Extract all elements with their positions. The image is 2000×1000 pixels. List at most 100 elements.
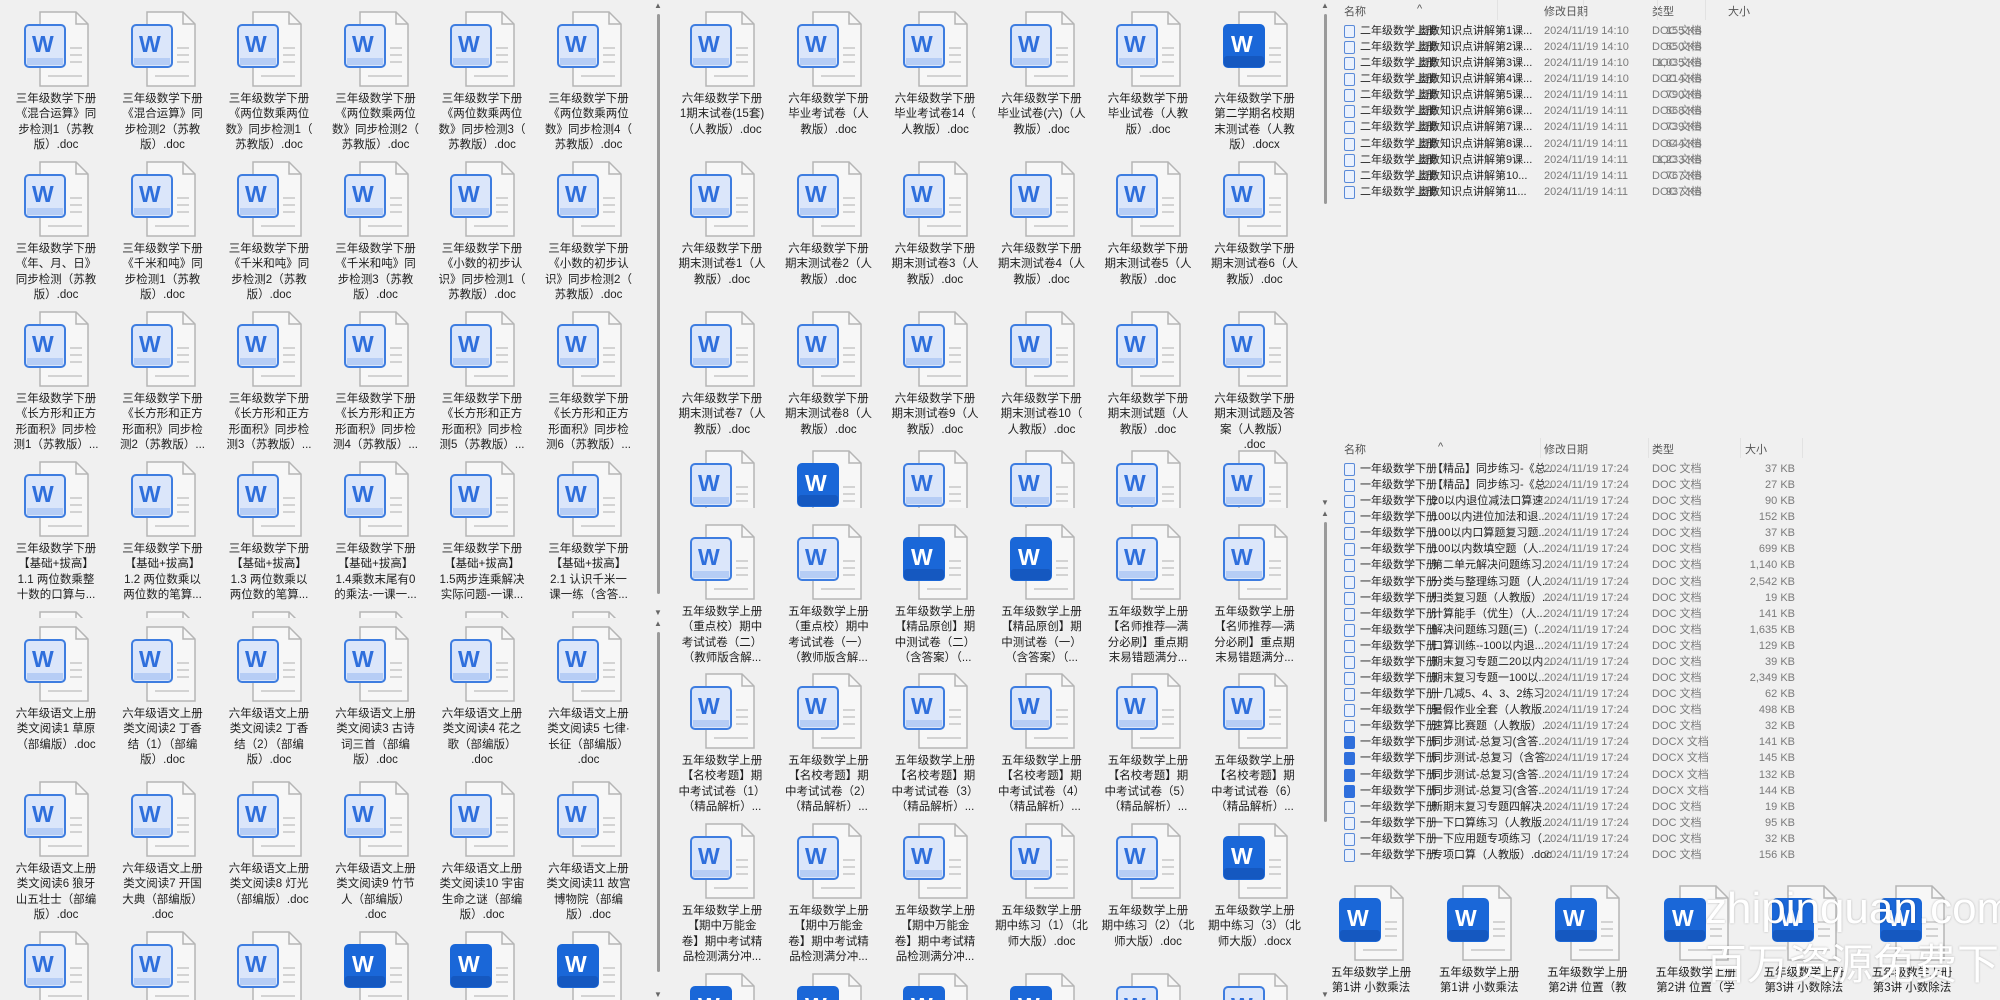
file-row[interactable]: 二年级数学上册 奥数知识点讲解第2课... 2024/11/19 14:10 DOC … <box>1332 39 1852 55</box>
file-item[interactable]: W 六年级语文上册 类文阅读6 狼牙 山五壮士（部编 版）.doc <box>5 780 107 924</box>
scroll-up-icon[interactable]: ▲ <box>654 1 662 10</box>
file-row[interactable]: 二年级数学上册 奥数知识点讲解第5课... 2024/11/19 14:11 DOC … <box>1332 87 1852 103</box>
file-item[interactable]: W 三年级数学下册 《小数的初步认 识》同步检测2（ 苏教版）.doc <box>538 160 640 304</box>
file-item[interactable]: W 六年级数学下册 1期末试卷(15套) （人教版）.doc <box>671 10 773 138</box>
file-row[interactable]: 二年级数学上册 奥数知识点讲解第8课... 2024/11/19 14:11 DOC … <box>1332 136 1852 152</box>
file-item[interactable]: W 三年级数学下册 《长方形和正方 形面积》同步检 测5（苏教版）... <box>431 310 533 454</box>
scroll-up-icon[interactable]: ▲ <box>654 619 662 628</box>
file-item[interactable]: W 六年级语文上册 类文阅读3 古诗 词三首（部编 版）.doc <box>325 625 427 769</box>
file-row[interactable]: 二年级数学上册 奥数知识点讲解第3课... 2024/11/19 14:10 DOC … <box>1332 55 1852 71</box>
file-item[interactable]: W 六年级语文上册 类文阅读9 竹节 人（部编版） .doc <box>325 780 427 924</box>
file-row[interactable]: 一年级数学下册 专项口算（人教版）.doc 2024/11/19 17:24 DOC … <box>1332 847 1852 863</box>
file-item[interactable]: W 五年级数学上册 【名师推荐—满 分必刷】重点期 末易错题满分... <box>1097 523 1199 667</box>
file-item[interactable]: W <box>884 449 986 508</box>
file-item[interactable]: W 六年级数学下册 期末测试题（人 教版）.doc <box>1097 310 1199 438</box>
file-item[interactable]: W <box>431 610 533 618</box>
file-item[interactable]: W 五年级数学上册 【名师推荐—满 分必刷】重点期 末易错题满分... <box>1204 523 1306 667</box>
file-item[interactable]: W <box>5 610 107 618</box>
column-header-size[interactable]: 大小 <box>1728 3 1750 19</box>
scrollbar-thumb[interactable] <box>1324 14 1327 204</box>
file-item[interactable]: W 五年级数学上册 第1讲 小数乘法 <box>1428 884 1530 997</box>
file-row[interactable]: 一年级数学下册 同步测试-总复习（含答... 2024/11/19 17:24 DOC… <box>1332 750 1852 766</box>
file-item[interactable]: W 三年级数学下册 【基础+拔高】 2.1 认识千米一 课一练（含答... <box>538 460 640 604</box>
file-item[interactable]: W <box>325 930 427 1000</box>
file-item[interactable]: W 三年级数学下册 《两位数乘两位 数》同步检测2（ 苏教版）.doc <box>325 10 427 154</box>
file-item[interactable]: W 六年级语文上册 类文阅读11 故宫 博物院（部编 版）.doc <box>538 780 640 924</box>
file-item[interactable]: W <box>431 930 533 1000</box>
file-item[interactable]: W 三年级数学下册 《千米和吨》同 步检测2（苏教 版）.doc <box>218 160 320 304</box>
vertical-scrollbar[interactable]: ▲ ▼ <box>1320 0 1330 508</box>
scrollbar-thumb[interactable] <box>657 632 660 972</box>
file-item[interactable]: W 三年级数学下册 《小数的初步认 识》同步检测1（ 苏教版）.doc <box>431 160 533 304</box>
file-row[interactable]: 一年级数学下册 速算比赛题（人教版）.... 2024/11/19 17:24 DOC… <box>1332 718 1852 734</box>
file-item[interactable]: W <box>538 930 640 1000</box>
file-item[interactable]: W <box>884 972 986 1000</box>
column-header-sort[interactable]: ^ <box>1417 3 1422 15</box>
scroll-down-icon[interactable]: ▼ <box>654 990 662 999</box>
file-item[interactable]: W <box>112 610 214 618</box>
file-item[interactable]: W 三年级数学下册 《千米和吨》同 步检测3（苏教 版）.doc <box>325 160 427 304</box>
file-item[interactable]: W 五年级数学上册 【期中万能金 卷】期中考试精 品检测满分冲... <box>884 822 986 966</box>
file-item[interactable]: W 六年级数学下册 毕业试卷（人教 版）.doc <box>1097 10 1199 138</box>
file-item[interactable]: W <box>112 930 214 1000</box>
file-row[interactable]: 一年级数学下册 暑假作业全套（人教版... 2024/11/19 17:24 DOC … <box>1332 702 1852 718</box>
file-item[interactable]: W 三年级数学下册 《两位数乘两位 数》同步检测1（ 苏教版）.doc <box>218 10 320 154</box>
file-item[interactable]: W 五年级数学上册 【名校考题】期 中考试试卷（3） （精品解析）... <box>884 672 986 816</box>
column-header-sort[interactable]: ^ <box>1438 441 1443 453</box>
file-item[interactable]: W <box>1097 972 1199 1000</box>
file-item[interactable]: W 三年级数学下册 《千米和吨》同 步检测1（苏教 版）.doc <box>112 160 214 304</box>
file-item[interactable]: W 五年级数学上册 期中练习（3）（北 师大版）.docx <box>1204 822 1306 950</box>
column-divider[interactable] <box>1540 438 1541 458</box>
column-header-type[interactable]: 类型 <box>1652 441 1674 457</box>
file-item[interactable]: W 五年级数学上册 【名校考题】期 中考试试卷（6） （精品解析）... <box>1204 672 1306 816</box>
file-item[interactable]: W 五年级数学上册 【名校考题】期 中考试试卷（2） （精品解析）... <box>778 672 880 816</box>
file-item[interactable]: W 六年级数学下册 期末测试卷6（人 教版）.doc <box>1204 160 1306 288</box>
file-item[interactable]: W 三年级数学下册 【基础+拔高】 1.1 两位数乘整 十数的口算与... <box>5 460 107 604</box>
scroll-down-icon[interactable]: ▼ <box>654 608 662 617</box>
file-item[interactable]: W 六年级数学下册 毕业考试卷（人 教版）.doc <box>778 10 880 138</box>
file-row[interactable]: 一年级数学下册 归类复习题（人教版）.... 2024/11/19 17:24 DOC… <box>1332 590 1852 606</box>
file-row[interactable]: 一年级数学下册 同步测试-总复习(含答... 2024/11/19 17:24 DOC… <box>1332 783 1852 799</box>
file-item[interactable]: W 六年级数学下册 期末测试卷1（人 教版）.doc <box>671 160 773 288</box>
column-divider[interactable] <box>1648 438 1649 458</box>
scroll-down-icon[interactable]: ▼ <box>1321 498 1329 507</box>
column-header-name[interactable]: 名称 <box>1344 441 1366 457</box>
scroll-down-icon[interactable]: ▼ <box>1321 990 1329 999</box>
file-item[interactable]: W <box>778 972 880 1000</box>
column-divider[interactable] <box>1705 0 1706 20</box>
file-item[interactable]: W 五年级数学上册 【名校考题】期 中考试试卷（1） （精品解析）... <box>671 672 773 816</box>
file-item[interactable]: W 三年级数学下册 《长方形和正方 形面积》同步检 测3（苏教版）... <box>218 310 320 454</box>
scroll-up-icon[interactable]: ▲ <box>1321 1 1329 10</box>
file-item[interactable]: W 三年级数学下册 【基础+拔高】 1.5两步连乘解决 实际问题-一课... <box>431 460 533 604</box>
file-row[interactable]: 一年级数学下册 100以内口算题复习题... 2024/11/19 17:24 DOC… <box>1332 525 1852 541</box>
file-item[interactable]: W <box>538 610 640 618</box>
file-row[interactable]: 一年级数学下册 一下应用题专项练习（... 2024/11/19 17:24 DOC … <box>1332 831 1852 847</box>
file-item[interactable]: W 六年级语文上册 类文阅读5 七律· 长征（部编版） .doc <box>538 625 640 769</box>
file-row[interactable]: 二年级数学上册 奥数知识点讲解第10... 2024/11/19 14:11 DOC … <box>1332 168 1852 184</box>
file-item[interactable]: W 六年级数学下册 期末测试题及答 案（人教版） .doc <box>1204 310 1306 454</box>
file-item[interactable]: W 六年级语文上册 类文阅读4 花之 歌（部编版） .doc <box>431 625 533 769</box>
file-item[interactable]: W 三年级数学下册 《两位数乘两位 数》同步检测4（ 苏教版）.doc <box>538 10 640 154</box>
file-row[interactable]: 二年级数学上册 奥数知识点讲解第4课... 2024/11/19 14:10 DOC … <box>1332 71 1852 87</box>
file-item[interactable]: W <box>218 930 320 1000</box>
file-item[interactable]: W 五年级数学上册 【名校考题】期 中考试试卷（4） （精品解析）... <box>991 672 1093 816</box>
file-item[interactable]: W 三年级数学下册 【基础+拔高】 1.4乘数末尾有0 的乘法-一课一... <box>325 460 427 604</box>
file-item[interactable]: W 三年级数学下册 《混合运算》同 步检测1（苏教 版）.doc <box>5 10 107 154</box>
column-header-size[interactable]: 大小 <box>1745 441 1767 457</box>
scroll-up-icon[interactable]: ▲ <box>1321 509 1329 518</box>
file-item[interactable]: W 五年级数学上册 【精品原创】期 中测试卷（二） （含答案）（... <box>884 523 986 667</box>
file-row[interactable]: 二年级数学上册 奥数知识点讲解第11... 2024/11/19 14:11 DOC … <box>1332 184 1852 200</box>
file-item[interactable]: W 五年级数学上册 【期中万能金 卷】期中考试精 品检测满分冲... <box>778 822 880 966</box>
file-item[interactable]: W 三年级数学下册 《长方形和正方 形面积》同步检 测2（苏教版）... <box>112 310 214 454</box>
file-item[interactable]: W <box>1097 449 1199 508</box>
file-row[interactable]: 二年级数学上册 奥数知识点讲解第7课... 2024/11/19 14:11 DOC … <box>1332 119 1852 135</box>
file-row[interactable]: 一年级数学下册 一下口算练习（人教版... 2024/11/19 17:24 DOC … <box>1332 815 1852 831</box>
file-item[interactable]: W 六年级语文上册 类文阅读10 宇宙 生命之谜（部编 版）.doc <box>431 780 533 924</box>
column-divider[interactable] <box>1497 0 1498 20</box>
file-item[interactable]: W 六年级数学下册 毕业试卷(六)（人 教版）.doc <box>991 10 1093 138</box>
file-row[interactable]: 一年级数学下册 【精品】同步练习-《总... 2024/11/19 17:24 DOC… <box>1332 477 1852 493</box>
column-divider[interactable] <box>1740 438 1741 458</box>
file-item[interactable]: W <box>991 972 1093 1000</box>
file-item[interactable]: W <box>778 449 880 508</box>
file-row[interactable]: 一年级数学下册 期末复习专题一100以... 2024/11/19 17:24 DOC… <box>1332 670 1852 686</box>
